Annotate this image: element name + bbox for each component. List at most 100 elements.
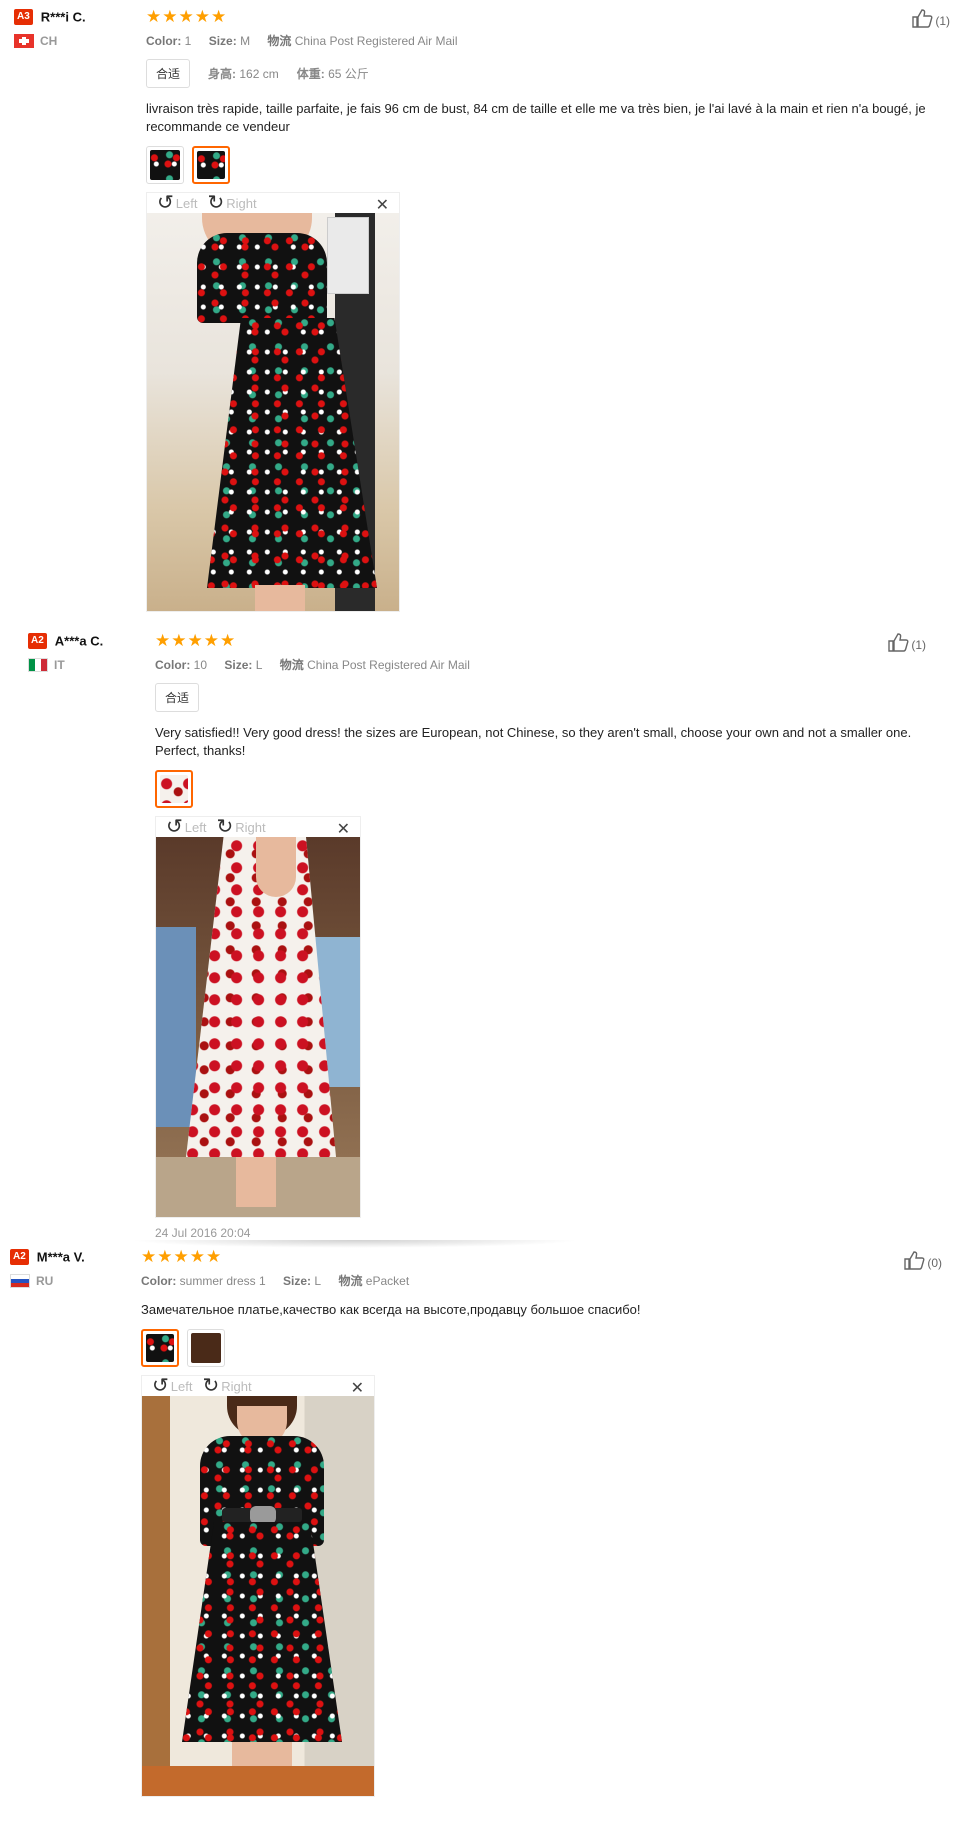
photo-viewer: ↺ Left ↻ Right ✕ (146, 192, 400, 612)
color-value: 10 (193, 658, 208, 672)
photo-viewer: ↺ Left ↻ Right ✕ (155, 816, 361, 1218)
reviewer-country: CH (14, 34, 86, 48)
shipping-value: China Post Registered Air Mail (294, 34, 458, 48)
rotate-left-icon: ↺ (157, 192, 174, 214)
size-value: L (314, 1274, 322, 1288)
photo-viewer-toolbar: ↺ Left ↻ Right ✕ (156, 816, 360, 839)
reviewer-name: R***i C. (40, 9, 86, 25)
review-body: ★★★★★ Color: summer dress 1 Size: L 物流 e… (141, 1248, 921, 1797)
photo-viewer-toolbar: ↺ Left ↻ Right ✕ (147, 192, 399, 215)
review-photo (147, 213, 399, 611)
size-label: Size: (208, 34, 237, 48)
color-value: 1 (184, 34, 192, 48)
country-code: CH (40, 34, 58, 48)
dress-photo-thumb-image (197, 151, 225, 179)
reviewer-name: A***a C. (54, 633, 104, 649)
photo-viewer: ↺ Left ↻ Right ✕ (141, 1375, 375, 1797)
order-info: Color: summer dress 1 Size: L 物流 ePacket (141, 1272, 921, 1289)
close-icon[interactable]: ✕ (337, 819, 350, 839)
rotate-right-button[interactable]: ↻ Right (216, 816, 266, 838)
helpful-count: (1) (935, 14, 950, 28)
helpful-count: (0) (927, 1256, 942, 1270)
height-label: 身高: (208, 67, 237, 81)
weight-label: 体重: (296, 67, 325, 81)
rotate-left-icon: ↺ (152, 1375, 169, 1397)
close-icon[interactable]: ✕ (351, 1378, 364, 1398)
height-info: 身高: 162 cm (208, 65, 279, 82)
color-value: summer dress 1 (179, 1274, 266, 1288)
user-level-badge: A3 (14, 8, 33, 25)
photo-thumbnail-active[interactable] (192, 146, 230, 184)
order-info: Color: 10 Size: L 物流 China Post Register… (155, 656, 915, 673)
color-label: Color: (155, 658, 191, 672)
rotate-right-label: Right (221, 1378, 252, 1394)
shipping-label: 物流 (279, 658, 304, 672)
rotate-right-label: Right (235, 819, 266, 835)
dress-photo-thumb-image (146, 1334, 174, 1362)
shipping-label: 物流 (267, 34, 292, 48)
photo-thumbnails (141, 1329, 921, 1367)
weight-info: 体重: 65 公斤 (297, 65, 369, 82)
user-level-badge: A2 (28, 632, 47, 649)
review-body: ★★★★★ Color: 10 Size: L 物流 China Post Re… (155, 632, 915, 1240)
review-date: 24 Jul 2016 20:04 (155, 1226, 251, 1240)
russia-flag-icon (10, 1274, 30, 1288)
reviewer-name: M***a V. (36, 1249, 85, 1265)
rotate-left-button[interactable]: ↺ Left (157, 192, 198, 214)
review-photo (142, 1396, 374, 1796)
photo-thumbnail-active[interactable] (141, 1329, 179, 1367)
dress-photo-thumb-image (191, 1333, 221, 1363)
size-label: Size: (224, 658, 253, 672)
reviewer-country: IT (28, 658, 103, 672)
review-text: Замечательное платье,качество как всегда… (141, 1302, 641, 1317)
fit-tag: 合适 (155, 683, 200, 712)
country-code: RU (36, 1274, 54, 1288)
size-value: M (240, 34, 251, 48)
color-label: Color: (146, 34, 182, 48)
shipping-value: ePacket (365, 1274, 410, 1288)
photo-thumbnail[interactable] (187, 1329, 225, 1367)
switzerland-flag-icon (14, 34, 34, 48)
photo-thumbnails (155, 770, 915, 808)
rotate-left-label: Left (175, 195, 198, 211)
rotate-right-button[interactable]: ↻ Right (207, 192, 257, 214)
rotate-left-icon: ↺ (166, 816, 183, 838)
size-label: Size: (283, 1274, 312, 1288)
reviewer-info: A2 A***a C. IT (28, 632, 103, 672)
color-label: Color: (141, 1274, 177, 1288)
rotate-right-icon: ↻ (207, 192, 225, 214)
reviewer-country: RU (10, 1274, 85, 1288)
dress-photo-thumb-image (150, 150, 180, 180)
rotate-right-label: Right (226, 195, 257, 211)
fit-tag: 合适 (146, 59, 191, 88)
user-level-badge: A2 (10, 1248, 29, 1265)
order-info: Color: 1 Size: M 物流 China Post Registere… (146, 32, 936, 49)
photo-thumbnail-active[interactable] (155, 770, 193, 808)
review-photo (156, 837, 360, 1217)
fit-info: 合适 身高: 162 cm 体重: 65 公斤 (146, 59, 936, 88)
rotate-right-button[interactable]: ↻ Right (202, 1375, 252, 1397)
rotate-left-button[interactable]: ↺ Left (152, 1375, 192, 1397)
rotate-right-icon: ↻ (202, 1375, 220, 1397)
reviewer-info: A2 M***a V. RU (10, 1248, 85, 1288)
shipping-value: China Post Registered Air Mail (307, 658, 470, 672)
rating-stars: ★★★★★ (155, 631, 237, 650)
size-value: L (255, 658, 263, 672)
italy-flag-icon (28, 658, 48, 672)
review-body: ★★★★★ Color: 1 Size: M 物流 China Post Reg… (146, 8, 936, 612)
height-value: 162 cm (239, 67, 279, 81)
rating-stars: ★★★★★ (146, 7, 228, 26)
dress-photo-thumb-image (160, 775, 188, 803)
rating-stars: ★★★★★ (141, 1247, 223, 1266)
rotate-left-button[interactable]: ↺ Left (166, 816, 207, 838)
weight-value: 65 公斤 (328, 67, 369, 81)
fit-info: 合适 (155, 683, 915, 712)
close-icon[interactable]: ✕ (376, 195, 389, 215)
shipping-label: 物流 (338, 1274, 363, 1288)
rotate-left-label: Left (184, 819, 207, 835)
review-text: Very satisfied!! Very good dress! the si… (155, 725, 912, 758)
photo-thumbnails (146, 146, 936, 184)
rotate-right-icon: ↻ (216, 816, 234, 838)
photo-thumbnail[interactable] (146, 146, 184, 184)
photo-viewer-toolbar: ↺ Left ↻ Right ✕ (142, 1375, 374, 1398)
